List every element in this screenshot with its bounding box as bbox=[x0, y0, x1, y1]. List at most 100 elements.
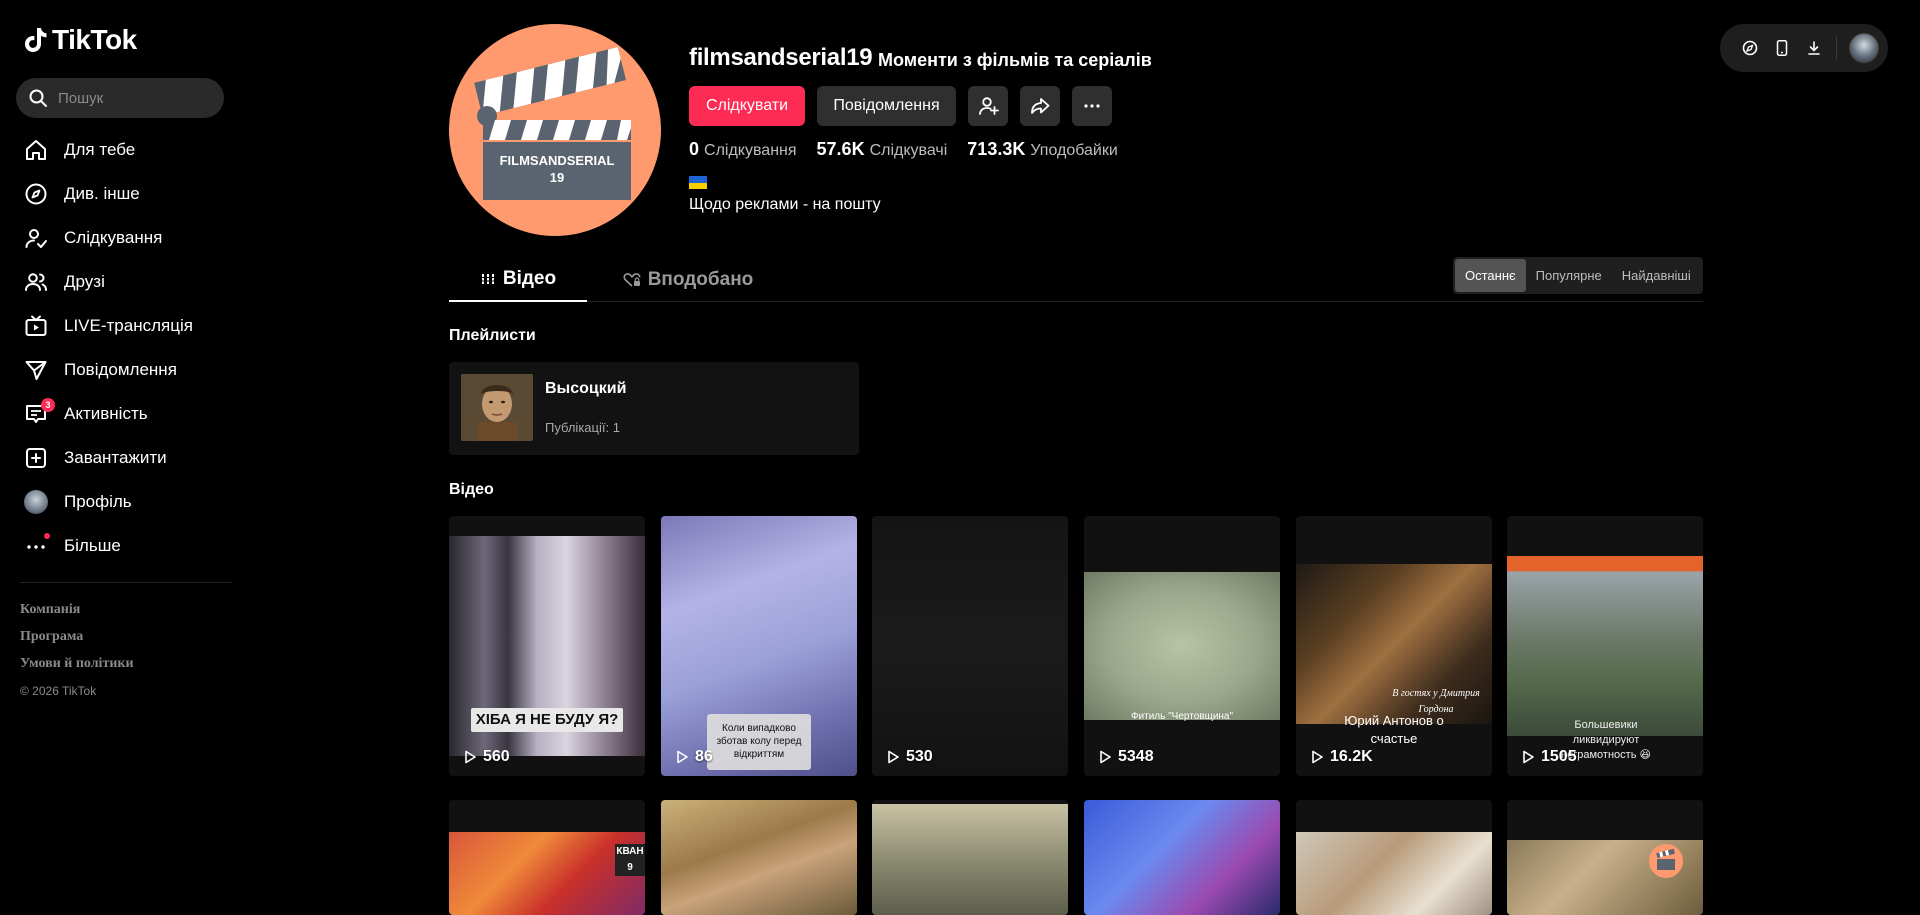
sidebar: TikTok Для тебе Див. інше Слідкування Др… bbox=[0, 0, 240, 915]
nav-item-live[interactable]: LIVE-трансляція bbox=[0, 304, 240, 348]
video-caption: ХІБА Я НЕ БУДУ Я? bbox=[471, 708, 623, 732]
sort-popular[interactable]: Популярне bbox=[1526, 259, 1612, 292]
search-box[interactable] bbox=[16, 78, 224, 118]
video-thumbnail bbox=[1084, 572, 1280, 720]
tiktok-note-icon bbox=[25, 28, 47, 52]
tiktok-wordmark: TikTok bbox=[52, 24, 137, 55]
tab-liked[interactable]: Вподобано bbox=[619, 258, 757, 302]
message-button[interactable]: Повідомлення bbox=[817, 86, 956, 126]
download-icon bbox=[1808, 41, 1820, 55]
sort-oldest[interactable]: Найдавніші bbox=[1612, 259, 1701, 292]
tab-videos[interactable]: Відео bbox=[449, 258, 587, 302]
video-card[interactable]: Фитиль "Чертовщина" 5348 bbox=[1084, 516, 1280, 776]
live-icon bbox=[24, 314, 48, 338]
pc-download-button[interactable] bbox=[1798, 32, 1830, 64]
profile-actions: Слідкувати Повідомлення bbox=[689, 86, 1112, 126]
nav-item-more[interactable]: Більше bbox=[0, 524, 240, 568]
video-card[interactable]: Коли випадково зботав колу перед відкрит… bbox=[661, 516, 857, 776]
view-count: 16.2K bbox=[1310, 748, 1373, 766]
notification-dot bbox=[44, 533, 50, 539]
messages-icon bbox=[24, 358, 48, 382]
nav-item-activity[interactable]: 3 Активність bbox=[0, 392, 240, 436]
coin-icon bbox=[1742, 40, 1758, 56]
activity-icon: 3 bbox=[24, 398, 55, 426]
compass-icon bbox=[24, 182, 48, 206]
following-icon bbox=[24, 226, 48, 250]
nav-item-profile[interactable]: Профіль bbox=[0, 480, 240, 524]
upload-icon bbox=[24, 446, 48, 470]
video-card[interactable] bbox=[1296, 800, 1492, 915]
tab-label: Відео bbox=[502, 268, 557, 289]
nav-label: Більше bbox=[64, 536, 121, 555]
video-card[interactable]: В гостях у Дмитрия Гордона Юрий Антонов … bbox=[1296, 516, 1492, 776]
nav-item-for-you[interactable]: Для тебе bbox=[0, 128, 240, 172]
nav-item-explore[interactable]: Див. інше bbox=[0, 172, 240, 216]
more-options-button[interactable] bbox=[1072, 86, 1112, 126]
video-card[interactable]: Большевики ликвидируют неграмотность 😆 1… bbox=[1507, 516, 1703, 776]
view-count: 86 bbox=[675, 748, 713, 766]
video-card[interactable]: КВАН 9 bbox=[449, 800, 645, 915]
playlist-thumbnail bbox=[461, 374, 533, 441]
view-count: 5348 bbox=[1098, 748, 1154, 766]
search-input[interactable] bbox=[58, 89, 218, 107]
stat-followers[interactable]: 57.6K Слідкувачі bbox=[817, 139, 948, 160]
video-card[interactable] bbox=[1507, 800, 1703, 915]
sort-latest[interactable]: Останнє bbox=[1455, 259, 1526, 292]
video-overlay-text: КВАН 9 bbox=[615, 844, 645, 876]
nav-label: LIVE-трансляція bbox=[64, 316, 193, 335]
nav-label: Повідомлення bbox=[64, 360, 177, 379]
sidebar-nav: Для тебе Див. інше Слідкування Друзі LIV… bbox=[0, 128, 240, 568]
share-icon bbox=[1031, 98, 1050, 114]
nav-label: Активність bbox=[64, 404, 148, 423]
videos-title: Відео bbox=[449, 481, 494, 498]
follow-button[interactable]: Слідкувати bbox=[689, 86, 805, 126]
nav-item-upload[interactable]: Завантажити bbox=[0, 436, 240, 480]
sidebar-divider bbox=[20, 582, 232, 583]
tab-label: Вподобано bbox=[647, 269, 754, 290]
nav-label: Для тебе bbox=[64, 140, 136, 159]
play-icon bbox=[1523, 750, 1534, 764]
video-card[interactable] bbox=[872, 800, 1068, 915]
footer-copyright: © 2026 TikTok bbox=[20, 684, 97, 698]
heart-lock-icon bbox=[623, 273, 641, 287]
avatar-text-line1: FILMSANDSERIAL bbox=[500, 153, 615, 168]
playlist-name: Высоцкий bbox=[545, 380, 627, 397]
play-icon bbox=[465, 750, 476, 764]
footer-link-terms[interactable]: Умови й політики bbox=[20, 654, 134, 681]
video-caption: Фитиль "Чертовщина" bbox=[1130, 711, 1234, 722]
video-card[interactable] bbox=[661, 800, 857, 915]
home-icon bbox=[24, 138, 48, 162]
nav-label: Друзі bbox=[64, 272, 105, 291]
more-icon bbox=[24, 533, 50, 558]
nav-item-messages[interactable]: Повідомлення bbox=[0, 348, 240, 392]
nav-item-following[interactable]: Слідкування bbox=[0, 216, 240, 260]
video-card[interactable]: 530 bbox=[872, 516, 1068, 776]
ellipsis-icon bbox=[1084, 104, 1100, 108]
stat-following[interactable]: 0 Слідкування bbox=[689, 139, 797, 160]
ukraine-flag-icon bbox=[689, 176, 707, 189]
playlist-count: Публікації: 1 bbox=[545, 420, 620, 435]
playlist-card[interactable]: Высоцкий Публікації: 1 bbox=[449, 362, 859, 455]
app-download-button[interactable] bbox=[1766, 32, 1798, 64]
user-avatar[interactable] bbox=[1849, 33, 1879, 63]
footer-link-program[interactable]: Програма bbox=[20, 627, 134, 654]
grid-icon bbox=[480, 274, 495, 284]
coins-button[interactable] bbox=[1734, 32, 1766, 64]
nav-item-friends[interactable]: Друзі bbox=[0, 260, 240, 304]
friends-icon bbox=[24, 270, 48, 294]
playlists-title: Плейлисти bbox=[449, 327, 536, 344]
nav-label: Див. інше bbox=[64, 184, 140, 203]
profile-avatar bbox=[24, 490, 48, 514]
suggested-accounts-button[interactable] bbox=[968, 86, 1008, 126]
avatar-text-line2: 19 bbox=[550, 170, 564, 185]
video-thumbnail bbox=[661, 800, 857, 915]
footer-link-company[interactable]: Компанія bbox=[20, 600, 134, 627]
clapperboard-icon bbox=[1649, 844, 1683, 878]
nav-label: Слідкування bbox=[64, 228, 163, 247]
video-card[interactable] bbox=[1084, 800, 1280, 915]
nav-label: Завантажити bbox=[64, 448, 167, 467]
share-button[interactable] bbox=[1020, 86, 1060, 126]
video-thumbnail bbox=[1296, 832, 1492, 915]
video-card[interactable]: ХІБА Я НЕ БУДУ Я? 560 bbox=[449, 516, 645, 776]
tiktok-logo[interactable]: TikTok bbox=[22, 24, 137, 56]
